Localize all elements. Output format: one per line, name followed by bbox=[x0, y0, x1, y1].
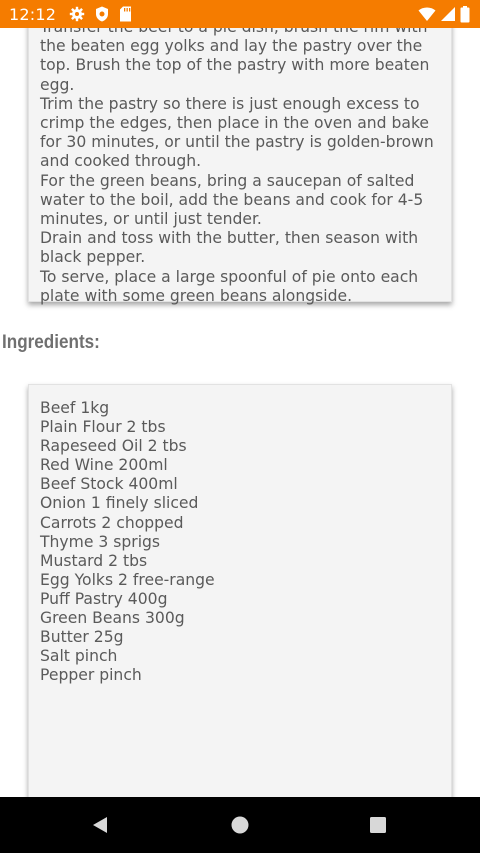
ingredient-item: Beef 1kg bbox=[40, 399, 110, 417]
signal-icon bbox=[440, 6, 456, 22]
method-step: Drain and toss with the butter, then sea… bbox=[40, 229, 419, 267]
home-button[interactable] bbox=[210, 797, 270, 853]
ingredients-list: Beef 1kg Plain Flour 2 tbs Rapeseed Oil … bbox=[40, 399, 443, 685]
battery-icon bbox=[460, 5, 470, 23]
ingredient-item: Carrots 2 chopped bbox=[40, 513, 184, 532]
ingredient-item: Onion 1 finely sliced bbox=[40, 494, 199, 513]
ingredient-item: Puff Pastry 400g bbox=[40, 589, 168, 608]
back-icon bbox=[91, 816, 109, 834]
ingredient-item: Egg Yolks 2 free-range bbox=[40, 570, 215, 589]
ingredient-item: Beef Stock 400ml bbox=[40, 475, 178, 494]
wifi-icon bbox=[418, 6, 436, 22]
status-time: 12:12 bbox=[9, 4, 57, 24]
ingredient-item: Pepper pinch bbox=[40, 666, 142, 685]
status-bar: 12:12 bbox=[0, 0, 480, 28]
ingredient-item: Butter 25g bbox=[40, 628, 124, 647]
ingredient-item: Red Wine 200ml bbox=[40, 456, 168, 475]
back-button[interactable] bbox=[70, 797, 130, 853]
method-step: For the green beans, bring a saucepan of… bbox=[40, 171, 424, 229]
gear-icon bbox=[69, 6, 85, 22]
method-text: Transfer the beef to a pie dish, brush t… bbox=[40, 28, 443, 306]
recents-button[interactable] bbox=[348, 797, 408, 853]
shield-icon bbox=[95, 6, 109, 22]
ingredient-item: Salt pinch bbox=[40, 647, 118, 666]
ingredients-heading: Ingredients: bbox=[2, 332, 100, 353]
ingredient-item: Plain Flour 2 tbs bbox=[40, 418, 166, 437]
navigation-bar bbox=[0, 797, 480, 853]
recents-icon bbox=[369, 816, 387, 834]
method-card: Transfer the beef to a pie dish, brush t… bbox=[28, 28, 452, 305]
ingredient-item: Mustard 2 tbs bbox=[40, 551, 148, 570]
ingredient-item: Green Beans 300g bbox=[40, 609, 185, 628]
method-step: Trim the pastry so there is just enough … bbox=[40, 94, 434, 171]
method-step: To serve, place a large spoonful of pie … bbox=[40, 267, 419, 305]
home-icon bbox=[231, 816, 249, 834]
ingredients-card: Beef 1kg Plain Flour 2 tbs Rapeseed Oil … bbox=[28, 384, 452, 797]
ingredient-item: Thyme 3 sprigs bbox=[40, 532, 161, 551]
ingredient-item: Rapeseed Oil 2 tbs bbox=[40, 437, 187, 456]
sd-card-icon bbox=[119, 6, 132, 22]
recipe-content[interactable]: Transfer the beef to a pie dish, brush t… bbox=[0, 28, 480, 797]
method-step: Transfer the beef to a pie dish, brush t… bbox=[40, 28, 430, 94]
